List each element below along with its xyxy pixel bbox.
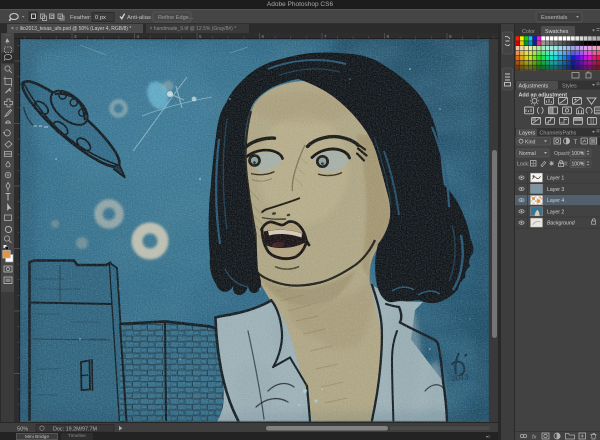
svg-text:Feather:: Feather: xyxy=(70,15,92,21)
svg-text:Kind: Kind xyxy=(525,139,535,145)
svg-text:Fill:: Fill: xyxy=(560,161,568,167)
svg-text:Background: Background xyxy=(547,220,576,226)
svg-text:Layer 3: Layer 3 xyxy=(547,186,564,192)
svg-text:Layer 2: Layer 2 xyxy=(547,209,564,215)
svg-text:Channels: Channels xyxy=(539,130,562,136)
svg-text:fx: fx xyxy=(532,434,537,440)
svg-text:Normal: Normal xyxy=(519,151,536,157)
svg-text:100%: 100% xyxy=(571,161,584,167)
svg-text:Adjustments: Adjustments xyxy=(518,83,548,89)
svg-text:Color: Color xyxy=(522,29,535,35)
svg-text:Layers: Layers xyxy=(519,130,535,136)
svg-text:0 px: 0 px xyxy=(95,15,106,21)
svg-text:Essentials: Essentials xyxy=(541,15,568,21)
svg-text:Swatches: Swatches xyxy=(545,29,569,35)
svg-text:Styles: Styles xyxy=(562,83,577,89)
svg-text:Paths: Paths xyxy=(562,130,576,136)
svg-text:Layer 1: Layer 1 xyxy=(547,175,564,181)
svg-text:Anti-alias: Anti-alias xyxy=(127,15,151,21)
svg-text:Refine Edge...: Refine Edge... xyxy=(158,15,194,21)
svg-text:Lock:: Lock: xyxy=(517,161,529,167)
svg-text:100%: 100% xyxy=(571,151,584,157)
svg-text:T: T xyxy=(573,139,577,146)
svg-text:Layer 4: Layer 4 xyxy=(547,198,564,204)
